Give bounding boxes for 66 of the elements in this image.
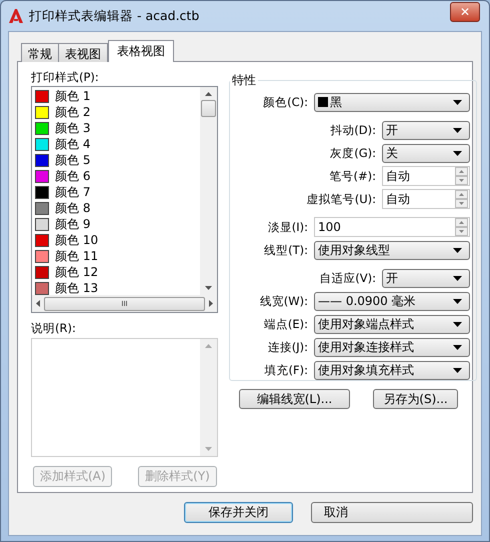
dropdown[interactable]: 黑 <box>314 92 470 112</box>
field-label: 线型(T): <box>263 242 309 258</box>
scroll-up-icon[interactable] <box>205 92 212 96</box>
description-label: 说明(R): <box>31 321 77 334</box>
list-item[interactable]: 颜色 4 <box>55 136 90 152</box>
dropdown-arrow-icon <box>453 368 462 372</box>
dropdown-arrow-icon <box>453 298 462 304</box>
field-label: 线宽(W): <box>258 294 309 308</box>
field-label: 颜色(C): <box>262 94 309 110</box>
field-label: 端点(E): <box>262 316 309 332</box>
dropdown[interactable]: —— 0.0900 毫米 <box>314 292 470 310</box>
spin-arrows-icon <box>455 167 468 185</box>
button[interactable]: 编辑线宽(L)... <box>239 389 350 409</box>
list-item[interactable]: 颜色 10 <box>55 232 98 248</box>
scroll-thumb[interactable] <box>201 100 216 117</box>
field-label: 自适应(V): <box>318 270 377 286</box>
tab[interactable]: 常规 <box>21 43 59 62</box>
dropdown[interactable]: 开 <box>382 268 470 288</box>
list-item[interactable]: 颜色 11 <box>55 248 98 264</box>
button[interactable]: 取消 <box>311 502 473 523</box>
dropdown-arrow-icon <box>453 128 462 132</box>
dropdown-arrow-icon <box>453 100 462 104</box>
list-item[interactable]: 颜色 2 <box>55 104 90 120</box>
dropdown-arrow-icon <box>453 276 462 280</box>
dropdown-arrow-icon <box>453 150 462 156</box>
dropdown[interactable]: 使用对象填充样式 <box>314 360 470 380</box>
dropdown-arrow-icon <box>453 344 462 350</box>
list-item[interactable]: 颜色 6 <box>55 168 90 184</box>
list-item[interactable]: 颜色 12 <box>55 264 98 280</box>
list-item[interactable]: 颜色 5 <box>55 152 90 168</box>
button[interactable]: 另存为(S)... <box>373 389 458 409</box>
field-label: 笔号(#): <box>328 168 377 184</box>
field-label: 淡显(I): <box>266 220 309 234</box>
list-item[interactable]: 颜色 1 <box>55 88 90 104</box>
list-item[interactable]: 颜色 13 <box>55 280 98 295</box>
spin-arrows-icon <box>455 190 468 208</box>
list-label: 打印样式(P): <box>31 70 100 83</box>
group-title: 特性 <box>231 72 257 89</box>
spinner-field[interactable]: 自动 <box>382 189 470 209</box>
tab[interactable]: 表视图 <box>58 43 108 62</box>
tab[interactable]: 表格视图 <box>108 40 174 62</box>
field-label: 连接(J): <box>266 340 309 354</box>
list-item[interactable]: 颜色 9 <box>55 216 90 232</box>
spin-arrows-icon <box>455 218 468 236</box>
list-item[interactable]: 颜色 8 <box>55 200 90 216</box>
app-logo-icon <box>8 8 24 24</box>
dropdown[interactable]: 使用对象线型 <box>314 240 470 260</box>
dropdown[interactable]: 使用对象端点样式 <box>314 314 470 334</box>
dropdown[interactable]: 开 <box>382 120 470 140</box>
dropdown-arrow-icon <box>453 322 462 326</box>
dropdown[interactable]: 关 <box>382 144 470 162</box>
list-item[interactable]: 颜色 7 <box>55 184 90 200</box>
list-item[interactable]: 颜色 3 <box>55 120 90 136</box>
window-title: 打印样式表编辑器 - acad.ctb <box>29 8 200 24</box>
button[interactable]: 保存并关闭 <box>184 502 294 523</box>
dropdown-arrow-icon <box>453 248 462 252</box>
dropdown[interactable]: 使用对象连接样式 <box>314 338 470 356</box>
field-label: 灰度(G): <box>329 146 377 160</box>
field-label: 抖动(D): <box>329 122 377 138</box>
spinner-field[interactable]: 100 <box>314 217 470 237</box>
scroll-right-icon[interactable] <box>209 300 213 307</box>
field-label: 填充(F): <box>264 362 309 378</box>
field-label: 虚拟笔号(U): <box>306 192 377 206</box>
spinner-field[interactable]: 自动 <box>382 166 470 186</box>
scroll-left-icon[interactable] <box>36 300 40 307</box>
scroll-down-icon[interactable] <box>205 286 212 290</box>
